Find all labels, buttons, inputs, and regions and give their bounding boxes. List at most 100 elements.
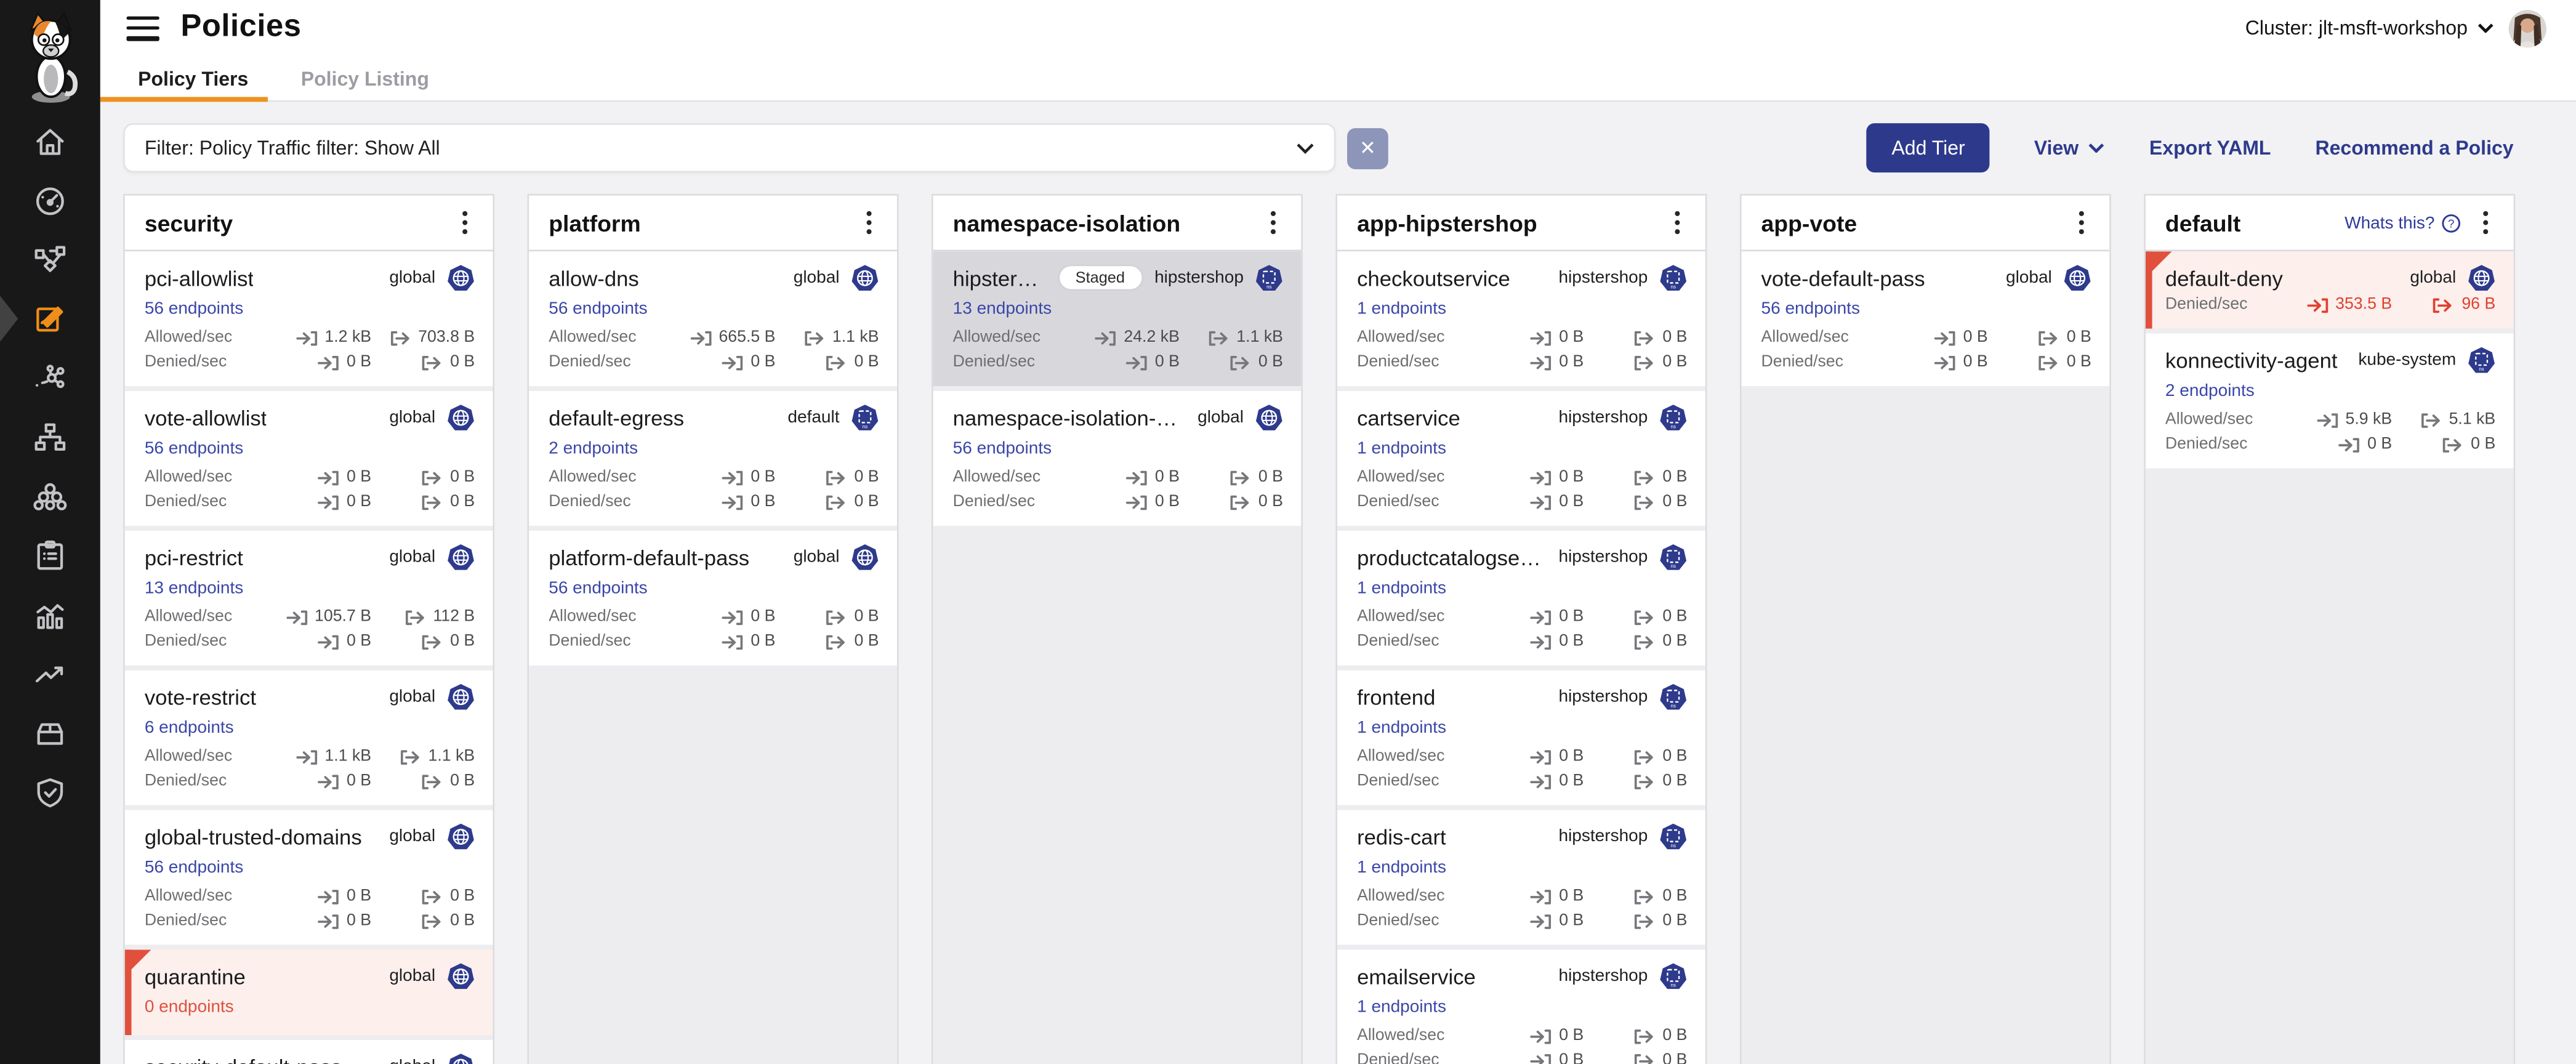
endpoints-link[interactable]: 13 endpoints — [145, 578, 243, 598]
sidebar-item-endpoints[interactable] — [0, 349, 100, 408]
endpoints-link[interactable]: 2 endpoints — [2165, 381, 2255, 401]
metric-in-value: 0 B — [347, 772, 371, 790]
sidebar-item-clusters[interactable] — [0, 467, 100, 526]
policy-card[interactable]: cartservice hipstershop — [1337, 391, 1705, 526]
ingress-icon — [317, 888, 340, 905]
tab-policy-listing[interactable]: Policy Listing — [301, 56, 429, 100]
user-avatar[interactable] — [2509, 9, 2546, 47]
endpoints-link[interactable]: 1 endpoints — [1357, 718, 1446, 738]
sidebar-item-activity[interactable] — [0, 585, 100, 644]
ingress-icon — [1125, 469, 1148, 486]
endpoints-link[interactable]: 1 endpoints — [1357, 997, 1446, 1017]
policy-card[interactable]: default-deny global — [2146, 251, 2514, 328]
endpoints-link[interactable]: 1 endpoints — [1357, 299, 1446, 319]
export-yaml-button[interactable]: Export YAML — [2149, 136, 2271, 159]
sidebar — [0, 0, 100, 1064]
view-button[interactable]: View — [2034, 136, 2105, 159]
kebab-menu-icon[interactable] — [1262, 209, 1284, 236]
policy-card[interactable]: vote-allowlist global — [125, 391, 493, 526]
activity-icon — [33, 597, 67, 632]
policy-card[interactable]: pci-allowlist global — [125, 251, 493, 386]
endpoints-link[interactable]: 6 endpoints — [145, 718, 234, 738]
egress-icon — [1633, 494, 1656, 510]
sidebar-item-policies[interactable] — [0, 289, 100, 349]
sidebar-item-trend[interactable] — [0, 644, 100, 703]
policy-card[interactable]: pci-restrict global — [125, 531, 493, 666]
policy-card[interactable]: redis-cart hipstershop — [1337, 810, 1705, 945]
policy-card[interactable]: productcatalogservice hipstershop — [1337, 531, 1705, 666]
sidebar-item-service-graph[interactable] — [0, 230, 100, 289]
hamburger-menu-icon[interactable] — [126, 15, 159, 40]
svg-text:ns: ns — [1266, 283, 1271, 289]
endpoints-link[interactable]: 13 endpoints — [953, 299, 1052, 319]
endpoints-link[interactable]: 0 endpoints — [145, 997, 234, 1017]
metric-in-value: 0 B — [751, 632, 775, 650]
clear-filter-button[interactable]: ✕ — [1347, 127, 1388, 169]
policy-title-row: konnectivity-agent kube-system — [2165, 345, 2495, 374]
ingress-icon — [1529, 913, 1552, 929]
endpoints-link[interactable]: 56 endpoints — [145, 438, 243, 458]
metric-in-value: 665.5 B — [718, 329, 775, 347]
kebab-menu-icon[interactable] — [858, 209, 880, 236]
metric-out-value: 0 B — [2471, 435, 2495, 453]
svg-text:ns: ns — [1671, 283, 1676, 289]
kebab-menu-icon[interactable] — [453, 209, 476, 236]
sidebar-item-archive[interactable] — [0, 703, 100, 762]
tab-policy-tiers[interactable]: Policy Tiers — [138, 56, 248, 100]
policy-card[interactable]: frontend hipstershop — [1337, 671, 1705, 805]
policy-card[interactable]: global-trusted-domains global — [125, 810, 493, 945]
metric-in-value: 24.2 kB — [1124, 329, 1180, 347]
endpoints-link[interactable]: 56 endpoints — [145, 858, 243, 877]
metric-label: Denied/sec — [1357, 353, 1439, 371]
cluster-selector[interactable]: Cluster: jlt-msft-workshop — [2245, 17, 2494, 39]
endpoints-link[interactable]: 1 endpoints — [1357, 438, 1446, 458]
endpoints-link[interactable]: 1 endpoints — [1357, 858, 1446, 877]
policy-card[interactable]: hipstershop-gh… Staged hipstershop — [933, 251, 1302, 386]
metric-row: Denied/sec 0 B — [1357, 629, 1687, 654]
filter-label: Filter: Policy Traffic filter: Show All — [145, 136, 440, 159]
recommend-policy-button[interactable]: Recommend a Policy — [2315, 136, 2513, 159]
endpoints-link[interactable]: 56 endpoints — [549, 299, 647, 319]
kebab-menu-icon[interactable] — [2070, 209, 2093, 236]
policy-name: default-deny — [2165, 265, 2283, 290]
policy-card[interactable]: allow-dns global — [529, 251, 897, 386]
policy-card[interactable]: vote-restrict global — [125, 671, 493, 805]
endpoints-link[interactable]: 56 endpoints — [145, 299, 243, 319]
ingress-icon — [317, 494, 340, 510]
app-root: Policies Cluster: jlt-msft-workshop Poli… — [0, 0, 2576, 1064]
egress-icon — [1229, 469, 1252, 486]
policy-card[interactable]: checkoutservice hipstershop — [1337, 251, 1705, 386]
policy-card[interactable]: quarantine global — [125, 949, 493, 1035]
kebab-menu-icon[interactable] — [1666, 209, 1689, 236]
endpoints-link[interactable]: 56 endpoints — [953, 438, 1052, 458]
policy-card[interactable]: vote-default-pass global — [1741, 251, 2109, 386]
sidebar-item-dashboard[interactable] — [0, 171, 100, 230]
sidebar-item-home[interactable] — [0, 111, 100, 171]
egress-icon — [824, 494, 847, 510]
metric-label: Denied/sec — [145, 493, 227, 511]
kebab-menu-icon[interactable] — [2474, 209, 2497, 236]
endpoints-link[interactable]: 2 endpoints — [549, 438, 638, 458]
sidebar-item-compliance[interactable] — [0, 526, 100, 585]
tier-header: app-vote ? — [1741, 196, 2109, 252]
endpoints-link[interactable]: 56 endpoints — [549, 578, 647, 598]
traffic-filter-select[interactable]: Filter: Policy Traffic filter: Show All — [123, 123, 1335, 172]
tier-name: app-hipstershop — [1357, 209, 1537, 236]
policy-card[interactable]: default-egress default — [529, 391, 897, 526]
policy-card[interactable]: platform-default-pass global — [529, 531, 897, 666]
sidebar-item-threat-defense[interactable] — [0, 762, 100, 821]
metric-row: Denied/sec 0 B — [549, 490, 879, 514]
active-notch — [0, 296, 18, 342]
policy-card[interactable]: namespace-isolation-default-p… global — [933, 391, 1302, 526]
policy-title-row: namespace-isolation-default-p… global — [953, 403, 1283, 432]
endpoints-link[interactable]: 56 endpoints — [1761, 299, 1859, 319]
policy-card[interactable]: konnectivity-agent kube-system — [2146, 334, 2514, 469]
metric-out-value: 0 B — [1258, 353, 1283, 371]
policy-card[interactable]: security-default-pass global — [125, 1040, 493, 1064]
endpoints-link[interactable]: 1 endpoints — [1357, 578, 1446, 598]
add-tier-button[interactable]: Add Tier — [1867, 123, 1989, 172]
archive-icon — [33, 715, 67, 750]
whats-this-link[interactable]: Whats this? ? — [2345, 213, 2461, 233]
sidebar-item-network-hierarchy[interactable] — [0, 408, 100, 467]
policy-card[interactable]: emailservice hipstershop — [1337, 949, 1705, 1064]
